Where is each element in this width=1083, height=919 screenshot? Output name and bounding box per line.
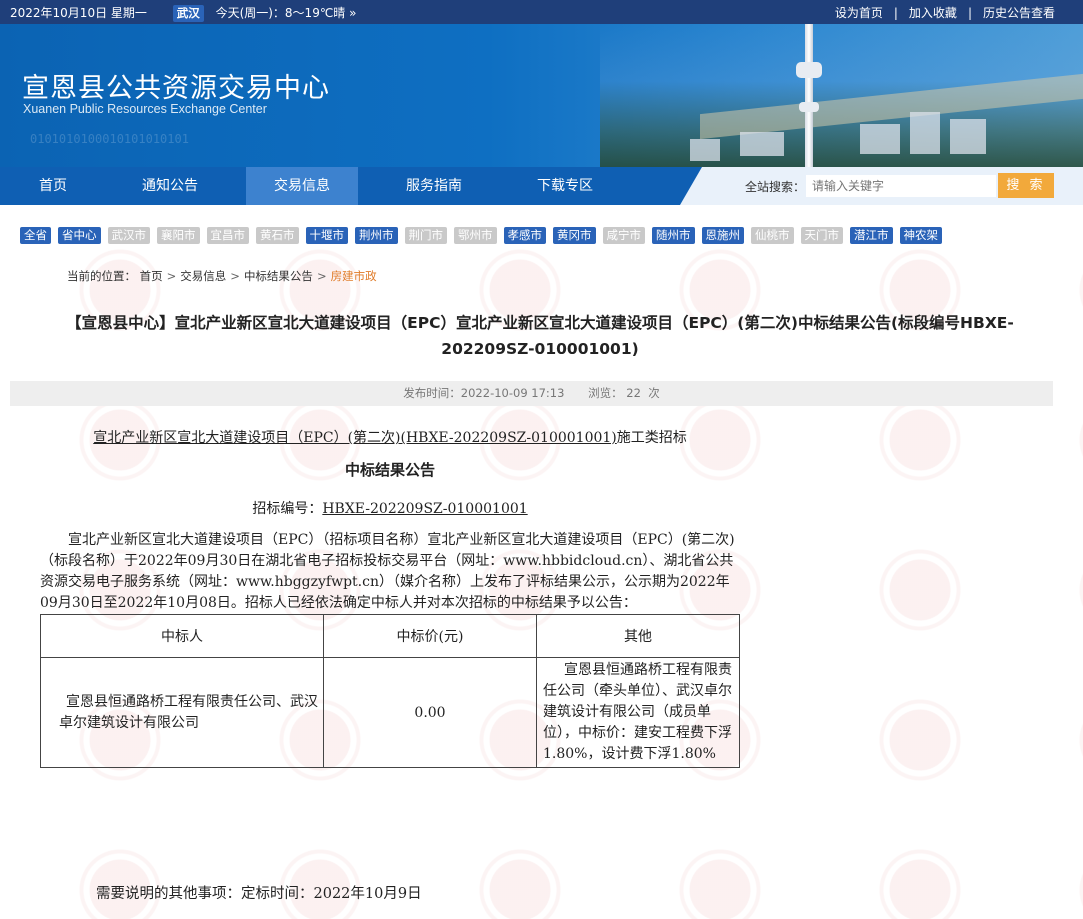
- tv-tower-image: [805, 24, 813, 167]
- project-name: 宣北产业新区宣北大道建设项目（EPC）(第二次)(HBXE-202209SZ-0…: [93, 430, 617, 446]
- site-title[interactable]: 宣恩县公共资源交易中心: [22, 66, 330, 105]
- add-favorite-link[interactable]: 加入收藏: [909, 6, 957, 20]
- city-tag[interactable]: 天门市: [800, 227, 843, 244]
- cell-other: 宣恩县恒通路桥工程有限责任公司（牵头单位）、武汉卓尔建筑设计有限公司（成员单位）…: [536, 657, 740, 768]
- city-tag[interactable]: 荆门市: [404, 227, 447, 244]
- weather-city: 武汉: [172, 5, 204, 22]
- breadcrumb-trade-info[interactable]: 交易信息: [180, 269, 226, 283]
- nav-trade-info[interactable]: 交易信息: [246, 167, 358, 205]
- cell-winner: 宣恩县恒通路桥工程有限责任公司、武汉卓尔建筑设计有限公司: [40, 657, 324, 768]
- other-matters-note: 需要说明的其他事项：定标时间：2022年10月9日: [96, 886, 422, 902]
- header-winner: 中标人: [40, 614, 324, 658]
- city-tag[interactable]: 仙桃市: [751, 227, 794, 244]
- site-title-english: Xuanen Public Resources Exchange Center: [23, 102, 267, 116]
- city-tag[interactable]: 鄂州市: [454, 227, 497, 244]
- tender-code-label: 招标编号：: [252, 501, 323, 517]
- nav-service-guide[interactable]: 服务指南: [374, 167, 494, 205]
- city-tag[interactable]: 十堰市: [305, 227, 348, 244]
- project-type: 施工类招标: [616, 430, 687, 446]
- cell-price: 0.00: [323, 657, 537, 768]
- breadcrumb: 当前的位置： 首页 > 交易信息 > 中标结果公告 > 房建市政: [67, 269, 377, 283]
- city-tag[interactable]: 武汉市: [107, 227, 150, 244]
- city-tag[interactable]: 襄阳市: [157, 227, 200, 244]
- search-input[interactable]: [806, 175, 996, 197]
- top-links: 设为首页 | 加入收藏 | 历史公告查看: [834, 6, 1055, 20]
- top-bar: 2022年10月10日 星期一 武汉 今天(周一)：8～19℃晴 » 设为首页 |…: [0, 0, 1083, 24]
- city-filter: 全省 省中心 武汉市 襄阳市 宜昌市 黄石市 十堰市 荆州市 荆门市 鄂州市 孝感市 黄冈市 咸宁市 随州…: [20, 224, 1050, 247]
- table-row: 宣恩县恒通路桥工程有限责任公司、武汉卓尔建筑设计有限公司 0.00 宣恩县恒通路…: [40, 657, 740, 768]
- city-tag[interactable]: 全省: [20, 227, 51, 244]
- views-unit: 次: [648, 386, 660, 400]
- tender-code-value: HBXE-202209SZ-010001001: [322, 501, 528, 517]
- breadcrumb-label: 当前的位置：: [67, 269, 136, 283]
- city-tag[interactable]: 荆州市: [355, 227, 398, 244]
- breadcrumb-home[interactable]: 首页: [140, 269, 163, 283]
- notice-subtitle: 中标结果公告: [344, 461, 435, 479]
- header-banner: 0101010100010101010101 宣恩县公共资源交易中心 Xuane…: [0, 24, 1083, 167]
- breadcrumb-current[interactable]: 房建市政: [331, 269, 377, 283]
- binary-decoration: 0101010100010101010101: [30, 132, 189, 146]
- notice-paragraph: 宣北产业新区宣北大道建设项目（EPC）（招标项目名称）宣北产业新区宣北大道建设项…: [40, 532, 735, 611]
- article-title: 【宣恩县中心】宣北产业新区宣北大道建设项目（EPC）宣北产业新区宣北大道建设项目…: [66, 314, 1014, 358]
- city-tag[interactable]: 黄石市: [256, 227, 299, 244]
- set-homepage-link[interactable]: 设为首页: [835, 6, 883, 20]
- breadcrumb-award-notice[interactable]: 中标结果公告: [244, 269, 313, 283]
- publish-label: 发布时间：: [403, 386, 461, 400]
- project-line: 宣北产业新区宣北大道建设项目（EPC）(第二次)(HBXE-202209SZ-0…: [40, 428, 740, 449]
- city-tag[interactable]: 神农架: [899, 227, 942, 244]
- nav-notices[interactable]: 通知公告: [106, 167, 234, 205]
- history-notice-link[interactable]: 历史公告查看: [983, 6, 1055, 20]
- city-tag[interactable]: 恩施州: [701, 227, 744, 244]
- article-body: 宣北产业新区宣北大道建设项目（EPC）(第二次)(HBXE-202209SZ-0…: [40, 428, 740, 768]
- header-other: 其他: [536, 614, 740, 658]
- nav-home[interactable]: 首页: [0, 167, 106, 205]
- header-price: 中标价(元): [323, 614, 537, 658]
- city-tag[interactable]: 随州市: [652, 227, 695, 244]
- search-label: 全站搜索：: [745, 180, 806, 194]
- article-meta: 发布时间：2022-10-09 17:13 浏览： 22 次: [10, 381, 1053, 406]
- city-tag[interactable]: 潜江市: [850, 227, 893, 244]
- city-tag[interactable]: 咸宁市: [602, 227, 645, 244]
- current-date: 2022年10月10日 星期一: [10, 6, 147, 20]
- weather-text[interactable]: 今天(周一)：8～19℃晴 »: [216, 6, 357, 20]
- publish-time: 2022-10-09 17:13: [460, 386, 565, 400]
- nav-downloads[interactable]: 下载专区: [505, 167, 625, 205]
- city-tag[interactable]: 黄冈市: [553, 227, 596, 244]
- city-tag[interactable]: 宜昌市: [206, 227, 249, 244]
- search-button[interactable]: 搜 索: [998, 173, 1054, 198]
- date-weather: 2022年10月10日 星期一 武汉 今天(周一)：8～19℃晴 »: [10, 4, 356, 25]
- tender-code: 招标编号：HBXE-202209SZ-010001001: [40, 498, 740, 518]
- city-tag[interactable]: 孝感市: [503, 227, 546, 244]
- views-count: 22: [626, 386, 641, 400]
- award-table: 中标人 中标价(元) 其他 宣恩县恒通路桥工程有限责任公司、武汉卓尔建筑设计有限…: [40, 614, 740, 768]
- city-tag[interactable]: 省中心: [58, 227, 101, 244]
- table-header-row: 中标人 中标价(元) 其他: [40, 614, 740, 658]
- site-search: 全站搜索： 搜 索: [680, 167, 1083, 205]
- views-label: 浏览：: [588, 386, 623, 400]
